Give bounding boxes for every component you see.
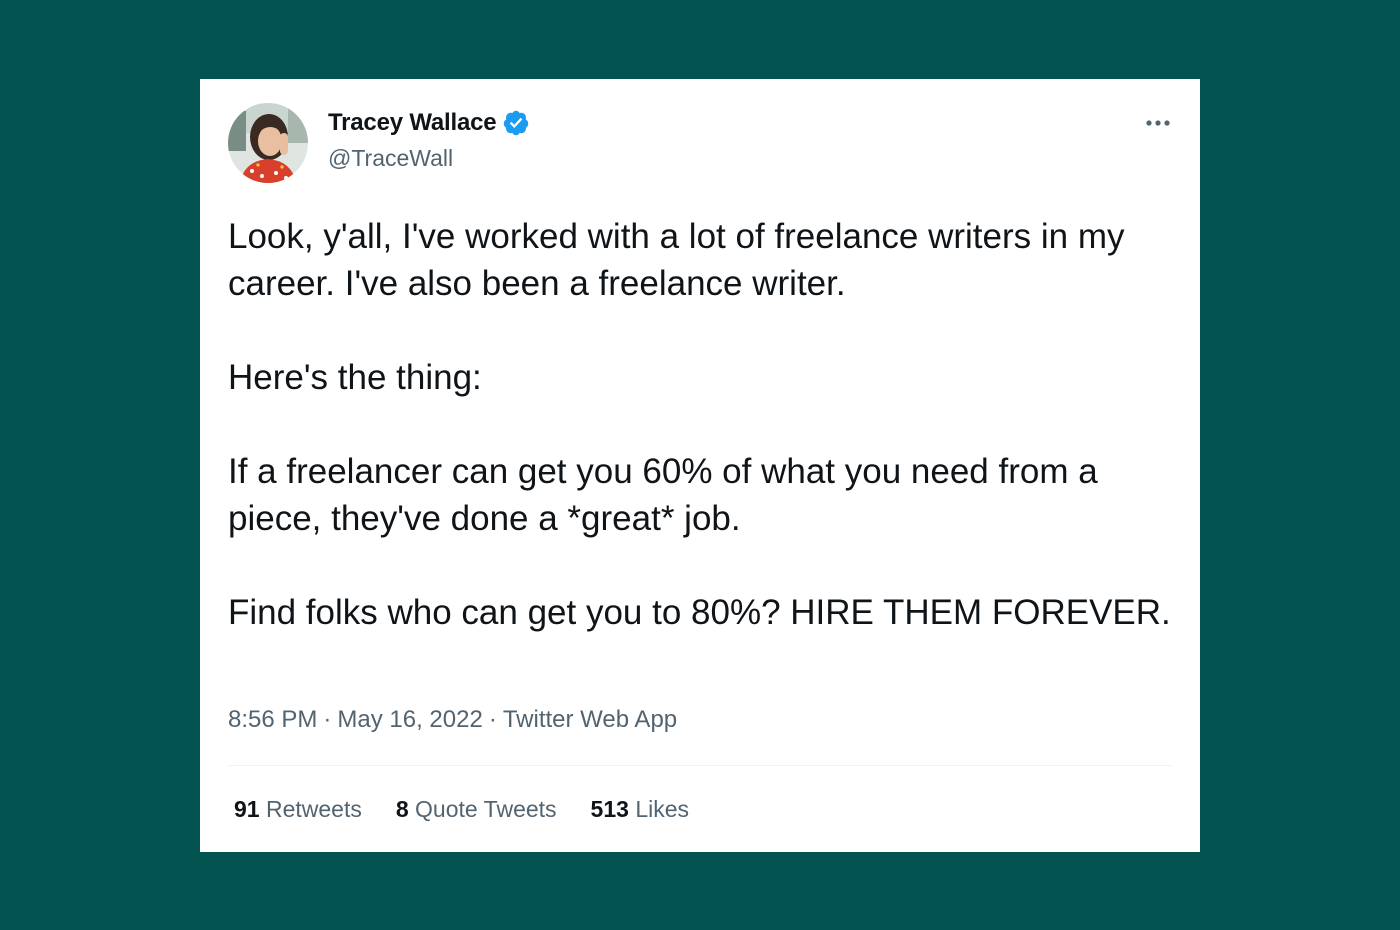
tweet-card: Tracey Wallace @TraceWall Look, y'all, I… xyxy=(200,79,1200,852)
tweet-text: Look, y'all, I've worked with a lot of f… xyxy=(228,213,1178,636)
engagement-stats: 91 Retweets 8 Quote Tweets 513 Likes xyxy=(234,796,689,823)
divider xyxy=(228,765,1172,766)
retweets-label: Retweets xyxy=(265,796,362,822)
meta-separator: · xyxy=(323,706,332,733)
author-name[interactable]: Tracey Wallace xyxy=(328,109,497,137)
avatar[interactable] xyxy=(228,103,308,183)
likes-count: 513 xyxy=(590,796,629,822)
tweet-paragraph: Here's the thing: xyxy=(228,358,482,397)
tweet-metadata: 8:56 PM · May 16, 2022 · Twitter Web App xyxy=(228,706,677,734)
tweet-paragraph: Look, y'all, I've worked with a lot of f… xyxy=(228,217,1125,303)
more-options-icon[interactable] xyxy=(1144,115,1172,131)
author-handle[interactable]: @TraceWall xyxy=(328,145,453,172)
meta-separator: · xyxy=(488,706,497,733)
tweet-source[interactable]: Twitter Web App xyxy=(503,706,677,733)
verified-badge-icon xyxy=(502,109,530,137)
likes-label: Likes xyxy=(635,796,690,822)
retweets-count: 91 xyxy=(234,796,260,822)
tweet-paragraph: If a freelancer can get you 60% of what … xyxy=(228,452,1098,538)
quote-tweets-count: 8 xyxy=(395,796,409,822)
tweet-date[interactable]: May 16, 2022 xyxy=(337,706,482,733)
retweets-stat[interactable]: 91 Retweets xyxy=(234,796,362,823)
tweet-time[interactable]: 8:56 PM xyxy=(228,706,317,733)
author-name-row: Tracey Wallace xyxy=(328,109,530,137)
avatar-photo-icon xyxy=(228,103,308,183)
quote-tweets-label: Quote Tweets xyxy=(415,796,557,822)
tweet-paragraph: Find folks who can get you to 80%? HIRE … xyxy=(228,593,1171,632)
quote-tweets-stat[interactable]: 8 Quote Tweets xyxy=(396,796,557,823)
likes-stat[interactable]: 513 Likes xyxy=(591,796,689,823)
